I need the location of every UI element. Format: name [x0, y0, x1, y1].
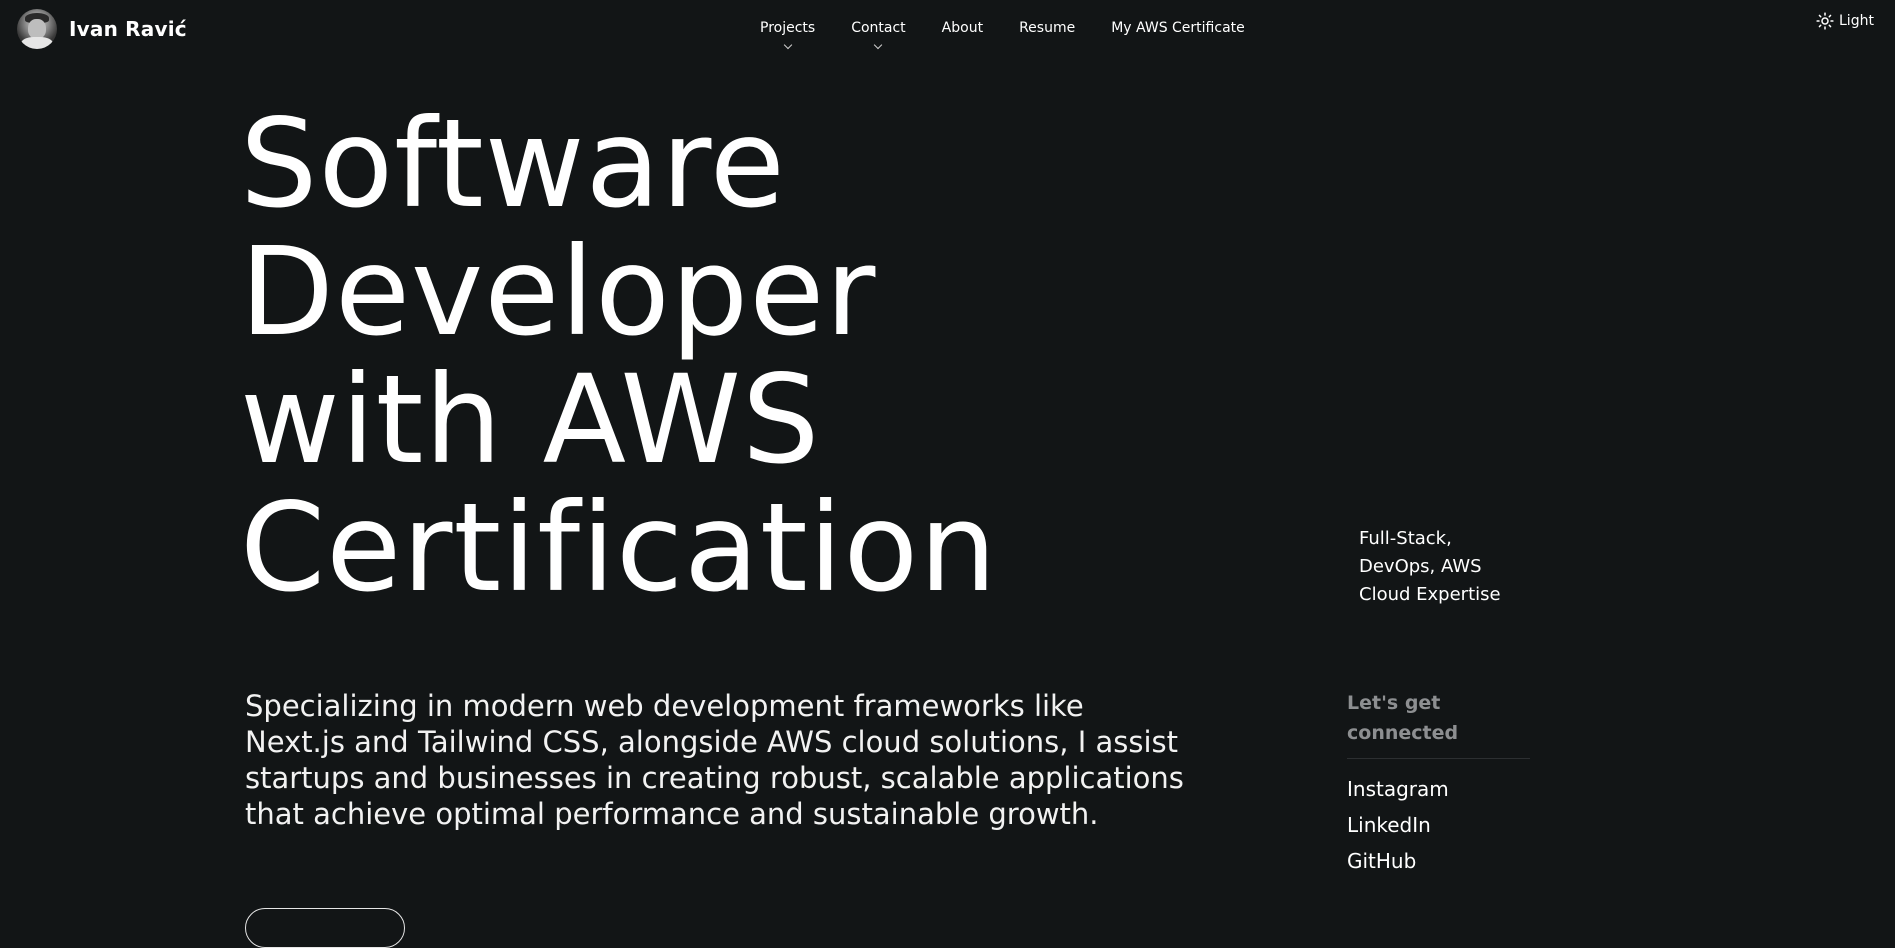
- chevron-down-icon: [783, 40, 792, 50]
- hero-title-line: with AWS: [240, 349, 821, 491]
- main-nav: Projects Contact About Resume My AWS Cer…: [760, 18, 1245, 50]
- nav-contact-label: Contact: [851, 20, 906, 36]
- nav-resume[interactable]: Resume: [1019, 18, 1075, 42]
- chevron-down-icon: [874, 40, 883, 50]
- hero-description: Specializing in modern web development f…: [245, 689, 1184, 831]
- nav-aws-certificate[interactable]: My AWS Certificate: [1111, 18, 1245, 42]
- instagram-link[interactable]: Instagram: [1347, 777, 1530, 801]
- nav-about[interactable]: About: [942, 18, 983, 42]
- nav-projects-label: Projects: [760, 20, 816, 36]
- site-header: Ivan Ravić Projects Contact About Resume…: [0, 0, 1895, 60]
- theme-toggle-label: Light: [1839, 13, 1874, 29]
- linkedin-link[interactable]: LinkedIn: [1347, 813, 1530, 837]
- hero-cta-button[interactable]: [245, 908, 405, 948]
- hero-title-line: Software: [240, 93, 786, 235]
- sun-icon: [1816, 12, 1834, 30]
- expertise-tagline: Full-Stack, DevOps, AWS Cloud Expertise: [1359, 528, 1501, 605]
- nav-contact[interactable]: Contact: [851, 18, 906, 50]
- hero-title-line: Developer: [240, 221, 877, 363]
- theme-toggle-button[interactable]: Light: [1816, 12, 1874, 30]
- connect-heading: Let's get connected: [1347, 692, 1459, 744]
- nav-projects[interactable]: Projects: [760, 18, 816, 50]
- brand-home-link[interactable]: Ivan Ravić: [17, 9, 187, 49]
- brand-name: Ivan Ravić: [69, 17, 187, 41]
- hero-title: Software Developer with AWS Certificatio…: [240, 100, 998, 612]
- github-link[interactable]: GitHub: [1347, 849, 1530, 873]
- avatar: [17, 9, 57, 49]
- social-links-panel: Let's get connected Instagram LinkedIn G…: [1347, 688, 1530, 885]
- hero-title-line: Certification: [240, 477, 998, 619]
- divider: [1347, 758, 1530, 759]
